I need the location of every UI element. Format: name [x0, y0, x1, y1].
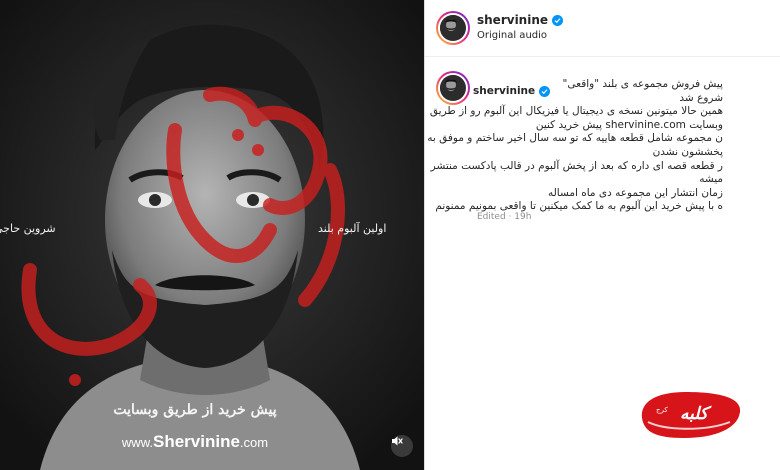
mute-button[interactable]	[391, 435, 413, 457]
watermark-logo: کلبه کرج	[641, 392, 741, 438]
edited-label: Edited	[477, 212, 506, 222]
website-main: Shervinine	[152, 432, 240, 451]
presale-text: پیش خرید از طریق وبسایت	[113, 402, 277, 418]
album-artist-text: شروین حاجی	[0, 222, 56, 235]
caption-line: پخششون نشدن	[652, 145, 723, 158]
album-debut-text: اولین آلبوم بلند	[318, 222, 387, 235]
website-text: www.Shervinine.com	[100, 432, 290, 452]
caption-verified-icon	[539, 86, 551, 98]
caption-line: ر قطعه قصه ای داره که بعد از پخش آلبوم د…	[430, 159, 723, 172]
caption-avatar[interactable]	[436, 71, 470, 105]
post-time[interactable]: 19h	[514, 212, 531, 222]
post-media[interactable]: اولین آلبوم بلند شروین حاجی پیش خرید از …	[0, 0, 424, 470]
caption-line: ن مجموعه شامل قطعه هاییه که تو سه سال اخ…	[427, 132, 723, 145]
website-prefix: www.	[121, 435, 153, 450]
original-audio-link[interactable]: Original audio	[477, 30, 547, 41]
speaker-muted-icon	[392, 436, 403, 446]
caption-first-line: پیش فروش مجموعه ی بلند "واقعی" شروع شد	[562, 78, 723, 104]
post-caption: shervinine پیش فروش مجموعه ی بلند "واقعی…	[427, 78, 780, 214]
avatar-image	[440, 15, 462, 37]
caption-username-group: shervinine	[473, 85, 551, 99]
album-cover-photo	[0, 0, 424, 470]
caption-first-row: shervinine پیش فروش مجموعه ی بلند "واقعی…	[473, 78, 723, 105]
header-username[interactable]: shervinine	[477, 13, 548, 27]
avatar[interactable]	[436, 11, 470, 45]
post-edited-meta: Edited · 19h	[477, 212, 532, 222]
caption-line: زمان انتشار این مجموعه دی ماه امساله	[547, 186, 723, 199]
watermark-text: کلبه	[680, 404, 712, 424]
header-divider	[425, 56, 780, 57]
watermark-small-text: کرج	[656, 406, 668, 414]
post-header: shervinine Original audio	[425, 0, 780, 55]
caption-line: وبسایت shervinine.com پیش خرید کنین	[535, 118, 723, 131]
website-suffix: .com	[239, 435, 269, 450]
caption-line: میشه	[699, 173, 723, 186]
caption-avatar-image	[440, 75, 462, 97]
caption-username[interactable]: shervinine	[473, 85, 535, 99]
header-username-row: shervinine	[477, 13, 564, 27]
verified-badge-icon	[552, 14, 564, 26]
caption-line: همین حالا میتونین نسخه ی دیجیتال یا فیزی…	[429, 105, 723, 118]
